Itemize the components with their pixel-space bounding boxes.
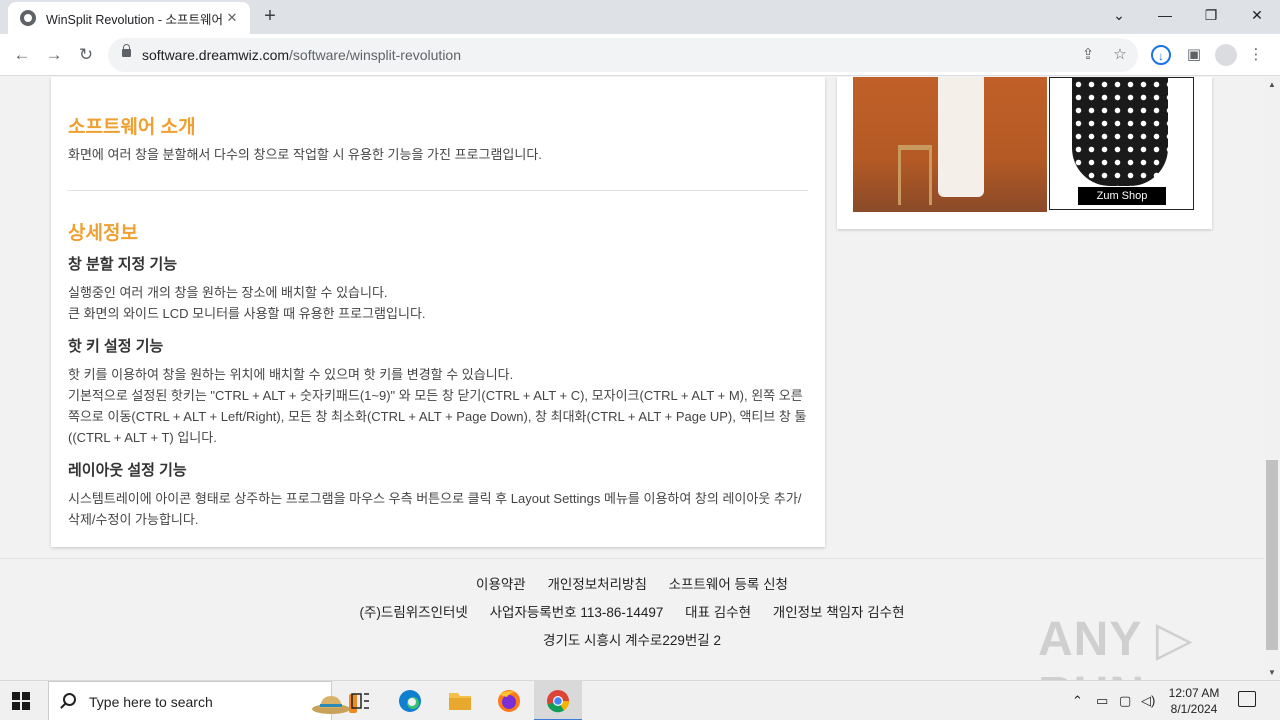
- url-text[interactable]: software.dreamwiz.com/software/winsplit-…: [142, 47, 461, 63]
- search-icon: [63, 693, 76, 706]
- footer-links: 이용약관 개인정보처리방침 소프트웨어 등록 신청: [0, 573, 1264, 593]
- tray-chevron-icon[interactable]: ⌃: [1072, 693, 1083, 709]
- windows-start-icon[interactable]: [12, 692, 30, 710]
- windows-taskbar: Type here to search ⌃ ▭ ▢ ◁) 12:07 AM 8/…: [0, 680, 1280, 720]
- globe-icon: [20, 10, 36, 26]
- clock-date: 8/1/2024: [1170, 702, 1218, 716]
- maximize-button[interactable]: ❐: [1188, 0, 1234, 32]
- section-text: 시스템트레이에 아이콘 형태로 상주하는 프로그램을 마우스 우측 버튼으로 클…: [68, 491, 802, 527]
- taskbar-search[interactable]: Type here to search: [48, 681, 357, 720]
- dress-shape: [1072, 78, 1168, 186]
- divider: [67, 190, 808, 191]
- firefox-icon[interactable]: [485, 681, 533, 720]
- edge-icon[interactable]: [386, 681, 434, 720]
- reload-button[interactable]: ↻: [74, 43, 98, 67]
- back-button[interactable]: ←: [10, 43, 34, 67]
- browser-toolbar: ← → ↻ software.dreamwiz.com/software/win…: [0, 34, 1280, 76]
- star-icon[interactable]: ☆: [1110, 45, 1130, 65]
- menu-kebab-icon[interactable]: ⋮: [1245, 44, 1267, 66]
- section-title: 핫 키 설정 기능: [68, 338, 164, 355]
- search-placeholder[interactable]: Type here to search: [89, 694, 213, 710]
- volume-icon[interactable]: ◁): [1141, 693, 1155, 709]
- forward-button[interactable]: →: [42, 43, 66, 67]
- intro-title: 소프트웨어 소개: [68, 117, 196, 138]
- tab-title: WinSplit Revolution - 소프트웨어: [46, 12, 223, 27]
- taskbar-clock[interactable]: 12:07 AM 8/1/2024: [1160, 685, 1228, 717]
- tab-close-icon[interactable]: ✕: [224, 10, 240, 26]
- lock-icon[interactable]: [122, 44, 131, 57]
- page-scrollbar[interactable]: ▲ ▼: [1264, 77, 1280, 680]
- business-number: 사업자등록번호 113-86-14497: [489, 605, 664, 620]
- footer-link-privacy[interactable]: 개인정보처리방침: [548, 577, 647, 592]
- intro-text: 화면에 여러 창을 분할해서 다수의 창으로 작업할 시 유용한 기능을 가진 …: [68, 147, 542, 162]
- new-tab-button[interactable]: +: [258, 5, 282, 29]
- file-explorer-icon[interactable]: [436, 681, 484, 720]
- section-title: 창 분할 지정 기능: [68, 256, 178, 273]
- scroll-thumb[interactable]: [1266, 460, 1278, 650]
- share-icon[interactable]: ⇪: [1078, 45, 1098, 65]
- tab-strip: WinSplit Revolution - 소프트웨어 ✕ + ⌄ — ❐ ✕: [0, 0, 1280, 34]
- address-bar[interactable]: software.dreamwiz.com/software/winsplit-…: [108, 38, 1138, 72]
- company-name: (주)드림위즈인터넷: [359, 605, 468, 620]
- ad-image[interactable]: Zum Shop: [1049, 77, 1194, 210]
- section-text: 핫 키를 이용하여 창을 원하는 위치에 배치할 수 있으며 핫 키를 변경할 …: [68, 367, 807, 445]
- download-icon[interactable]: ↓: [1151, 45, 1171, 65]
- side-panel-icon[interactable]: ▣: [1183, 44, 1205, 66]
- page-viewport: 소프트웨어 소개 화면에 여러 창을 분할해서 다수의 창으로 작업할 시 유용…: [0, 77, 1264, 680]
- scroll-down-icon[interactable]: ▼: [1268, 668, 1276, 677]
- software-info-card: 소프트웨어 소개 화면에 여러 창을 분할해서 다수의 창으로 작업할 시 유용…: [51, 77, 825, 547]
- chrome-icon[interactable]: [534, 681, 582, 720]
- ad-label[interactable]: Zum Shop: [1078, 187, 1166, 205]
- pants-shape: [938, 77, 984, 197]
- scroll-up-icon[interactable]: ▲: [1268, 80, 1276, 89]
- anyrun-watermark: ANY ▷ RUN: [1038, 613, 1194, 680]
- detail-title: 상세정보: [68, 223, 138, 244]
- chair-shape: [898, 145, 932, 205]
- notification-icon[interactable]: [1238, 691, 1256, 707]
- footer-link-terms[interactable]: 이용약관: [476, 577, 526, 592]
- ceo-name: 대표 김수현: [685, 605, 752, 620]
- tab-search-icon[interactable]: ⌄: [1096, 0, 1142, 32]
- ad-banner[interactable]: Zum Shop: [837, 77, 1212, 229]
- profile-avatar-icon[interactable]: [1215, 44, 1237, 66]
- minimize-button[interactable]: —: [1142, 0, 1188, 32]
- section-text: 실행중인 여러 개의 창을 원하는 장소에 배치할 수 있습니다. 큰 화면의 …: [68, 285, 426, 321]
- footer-link-register[interactable]: 소프트웨어 등록 신청: [669, 577, 788, 592]
- task-view-icon[interactable]: [336, 681, 384, 720]
- browser-tab[interactable]: WinSplit Revolution - 소프트웨어 ✕: [8, 2, 250, 34]
- tray-display-icon[interactable]: ▢: [1119, 693, 1131, 709]
- privacy-officer: 개인정보 책임자 김수현: [772, 605, 905, 620]
- ad-image[interactable]: [853, 77, 1047, 212]
- section-title: 레이아웃 설정 기능: [68, 462, 187, 479]
- tray-network-icon[interactable]: ▭: [1096, 693, 1108, 709]
- close-window-button[interactable]: ✕: [1234, 0, 1280, 32]
- clock-time: 12:07 AM: [1168, 686, 1220, 700]
